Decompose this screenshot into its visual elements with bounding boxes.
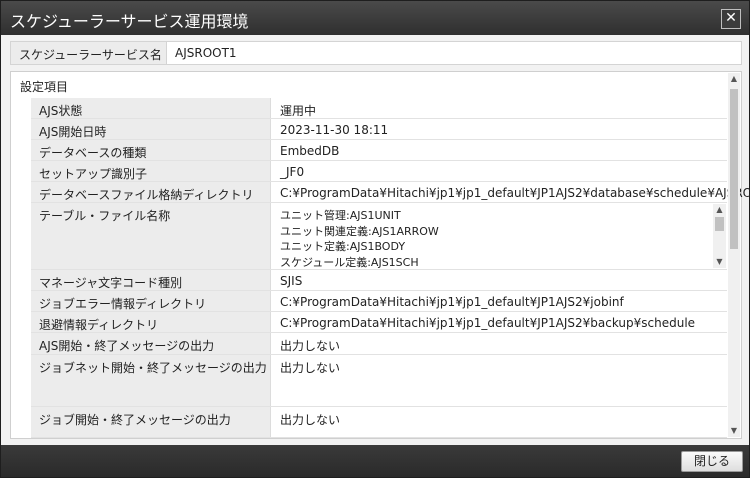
row-label: AJS開始日時 — [31, 119, 271, 139]
scrollbar-thumb[interactable] — [730, 89, 738, 249]
scheduler-service-dialog: スケジューラーサービス運用環境 ✕ スケジューラーサービス名 AJSROOT1 … — [0, 0, 750, 478]
table-file-name-lines: ユニット管理:AJS1UNIT ユニット関連定義:AJS1ARROW ユニット定… — [280, 208, 439, 269]
list-item: ユニット管理:AJS1UNIT — [280, 209, 401, 222]
table-row: データベースの種類 EmbedDB — [31, 140, 727, 161]
row-label: マネージャ文字コード種別 — [31, 270, 271, 290]
list-item: ユニット定義:AJS1BODY — [280, 240, 406, 253]
dialog-footer: 閉じる — [1, 445, 749, 477]
table-row: ジョブネット開始・終了メッセージの出力 出力しない — [31, 355, 727, 407]
row-label: ジョブエラー情報ディレクトリ — [31, 291, 271, 311]
row-label: AJS開始・終了メッセージの出力 — [31, 333, 271, 354]
table-row: AJS開始・終了メッセージの出力 出力しない — [31, 333, 727, 355]
settings-panel-scrollbar[interactable]: ▲ ▼ — [728, 73, 740, 437]
settings-panel: 設定項目 AJS状態 運用中 AJS開始日時 2023-11-30 18:11 … — [10, 71, 750, 439]
scrollbar-thumb[interactable] — [715, 217, 724, 231]
row-value: 出力しない — [280, 413, 341, 427]
table-row: マネージャ文字コード種別 SJIS — [31, 270, 727, 291]
row-value: 出力しない — [280, 361, 341, 375]
table-file-name-scrollbar[interactable]: ▲ ▼ — [713, 204, 726, 268]
dialog-titlebar: スケジューラーサービス運用環境 ✕ — [1, 1, 749, 35]
row-value: C:¥ProgramData¥Hitachi¥jp1¥jp1_default¥J… — [280, 186, 750, 200]
table-row: ジョブエラー情報ディレクトリ C:¥ProgramData¥Hitachi¥jp… — [31, 291, 727, 312]
table-file-name-list[interactable]: ユニット管理:AJS1UNIT ユニット関連定義:AJS1ARROW ユニット定… — [271, 203, 727, 269]
table-row: AJS開始日時 2023-11-30 18:11 — [31, 119, 727, 140]
row-value: C:¥ProgramData¥Hitachi¥jp1¥jp1_default¥J… — [280, 295, 624, 309]
settings-panel-title: 設定項目 — [20, 80, 69, 94]
row-value: 出力しない — [280, 339, 341, 353]
dialog-title: スケジューラーサービス運用環境 — [10, 12, 249, 31]
row-label: AJS状態 — [31, 98, 271, 118]
table-row: テーブル・ファイル名称 ユニット管理:AJS1UNIT ユニット関連定義:AJS… — [31, 203, 727, 270]
table-row: セットアップ識別子 _JF0 — [31, 161, 727, 182]
row-label: データベースの種類 — [31, 140, 271, 160]
row-label: ジョブネット開始・終了メッセージの出力 — [31, 355, 271, 406]
table-row: 退避情報ディレクトリ C:¥ProgramData¥Hitachi¥jp1¥jp… — [31, 312, 727, 333]
service-name-label: スケジューラーサービス名 — [11, 42, 167, 64]
row-label: ジョブ開始・終了メッセージの出力 — [31, 407, 271, 437]
row-label: セットアップ識別子 — [31, 161, 271, 181]
row-label: データベースファイル格納ディレクトリ — [31, 182, 271, 202]
service-name-value: AJSROOT1 — [175, 46, 237, 60]
scroll-up-arrow-icon[interactable]: ▲ — [713, 204, 726, 216]
scroll-down-arrow-icon[interactable]: ▼ — [728, 425, 740, 437]
list-item: ユニット関連定義:AJS1ARROW — [280, 224, 439, 238]
row-label: 退避情報ディレクトリ — [31, 312, 271, 332]
list-item: スケジュール定義:AJS1SCH — [280, 255, 419, 269]
table-row: データベースファイル格納ディレクトリ C:¥ProgramData¥Hitach… — [31, 182, 750, 203]
table-row: ジョブ開始・終了メッセージの出力 出力しない — [31, 407, 727, 438]
scroll-up-arrow-icon[interactable]: ▲ — [728, 73, 740, 85]
row-value: 運用中 — [280, 104, 317, 118]
close-icon[interactable]: ✕ — [721, 9, 741, 29]
scroll-down-arrow-icon[interactable]: ▼ — [713, 256, 726, 268]
row-value: SJIS — [280, 274, 303, 288]
close-button[interactable]: 閉じる — [681, 451, 743, 472]
row-value: _JF0 — [280, 165, 305, 179]
row-label: テーブル・ファイル名称 — [31, 203, 271, 269]
service-name-row: スケジューラーサービス名 AJSROOT1 — [10, 41, 742, 65]
table-row: AJS状態 運用中 — [31, 98, 727, 119]
row-value: EmbedDB — [280, 144, 340, 158]
row-value: C:¥ProgramData¥Hitachi¥jp1¥jp1_default¥J… — [280, 316, 696, 330]
row-value: 2023-11-30 18:11 — [280, 123, 389, 137]
